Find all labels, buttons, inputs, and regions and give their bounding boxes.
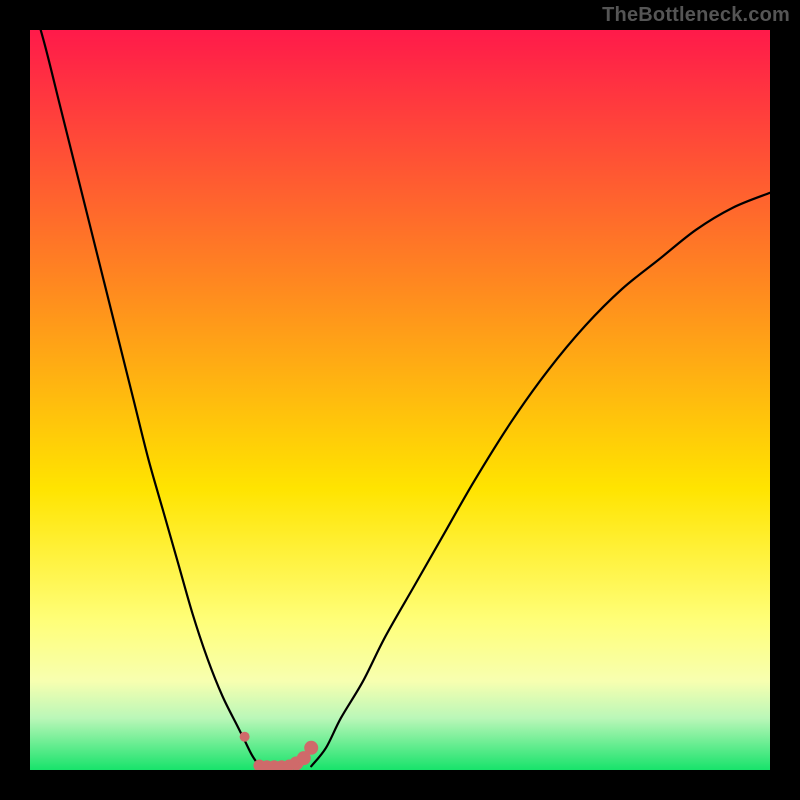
floor-marker [240, 732, 250, 742]
gradient-background [30, 30, 770, 770]
plot-frame [30, 30, 770, 770]
bottleneck-chart [30, 30, 770, 770]
attribution-text: TheBottleneck.com [602, 4, 790, 27]
floor-marker [304, 741, 318, 755]
